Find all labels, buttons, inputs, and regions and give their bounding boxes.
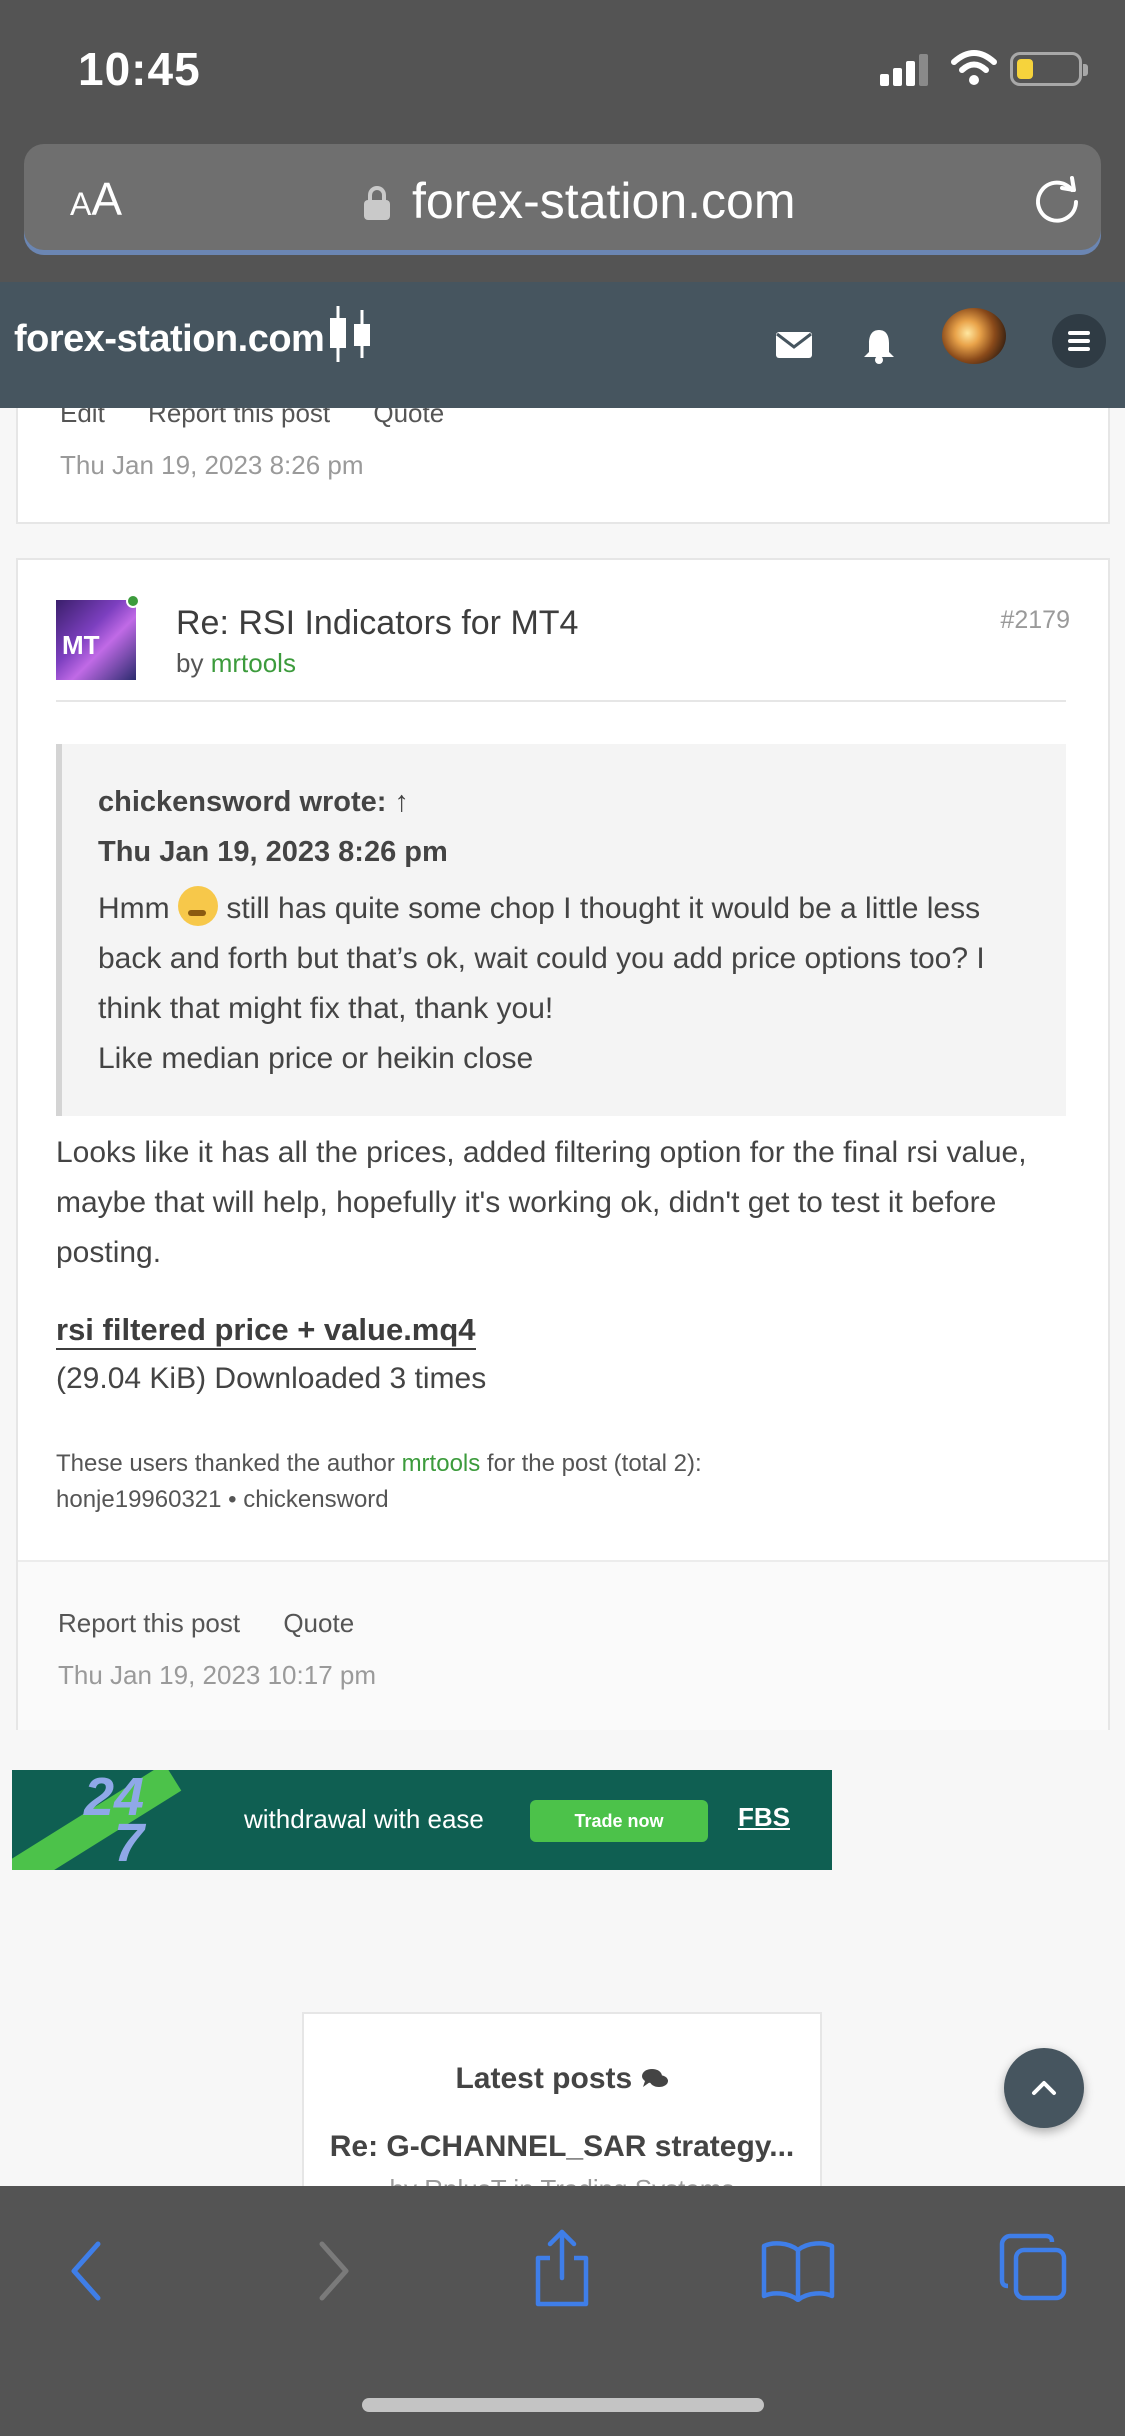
previous-post-card: Edit Report this post Quote Thu Jan 19, … — [16, 408, 1110, 524]
status-time: 10:45 — [78, 43, 201, 95]
ad-brand-logo: FBS — [738, 1802, 790, 1832]
report-post-link[interactable]: Report this post — [148, 408, 330, 428]
quote-author[interactable]: chickensword wrote: ↑ — [98, 786, 409, 819]
cellular-signal-icon — [880, 52, 932, 86]
post-divider — [56, 700, 1066, 702]
lock-icon — [364, 186, 390, 220]
quote-block: chickensword wrote: ↑ Thu Jan 19, 2023 8… — [56, 744, 1066, 1116]
report-post-link[interactable]: Report this post — [58, 1608, 240, 1638]
site-logo[interactable]: forex-station.com — [14, 318, 325, 361]
page-content: Edit Report this post Quote Thu Jan 19, … — [0, 408, 1125, 2186]
attachment-info: (29.04 KiB) Downloaded 3 times — [56, 1362, 487, 1395]
online-status-indicator — [126, 594, 140, 608]
author-avatar-text: MT — [62, 630, 100, 660]
edit-link[interactable]: Edit — [60, 408, 105, 428]
post-actions: Report this post Quote — [58, 1608, 390, 1639]
tabs-icon[interactable] — [998, 2232, 1070, 2304]
comments-icon — [641, 2069, 668, 2087]
author-avatar[interactable]: MT — [56, 600, 136, 680]
mail-icon[interactable] — [776, 332, 812, 358]
ad-tagline: withdrawal with ease — [244, 1804, 484, 1834]
wifi-icon — [951, 50, 997, 85]
latest-post-meta[interactable]: by RplusT in Trading Systems — [304, 2174, 820, 2186]
attachment-link[interactable]: rsi filtered price + value.mq4 — [56, 1312, 476, 1350]
chevron-up-icon — [1032, 2081, 1056, 2095]
author-link[interactable]: mrtools — [211, 648, 296, 678]
reload-icon[interactable] — [1032, 174, 1082, 224]
home-indicator[interactable] — [362, 2398, 764, 2412]
bookmarks-icon[interactable] — [760, 2240, 836, 2302]
post-card: MT Re: RSI Indicators for MT4 #2179 by m… — [16, 558, 1110, 1730]
post-body-text: Looks like it has all the prices, added … — [56, 1136, 1027, 1269]
browser-address-area: AA forex-station.com — [0, 140, 1125, 282]
quote-link[interactable]: Quote — [373, 408, 444, 428]
thanked-users[interactable]: honje19960321 • chickensword — [56, 1486, 389, 1513]
back-icon[interactable] — [62, 2236, 112, 2306]
quote-text: Hmm still has quite some chop I thought … — [98, 884, 1038, 1084]
address-bar[interactable]: AA forex-station.com — [24, 144, 1101, 250]
thinking-face-emoji-icon — [178, 886, 218, 926]
thanks-author-link[interactable]: mrtools — [402, 1450, 481, 1477]
candlestick-logo-icon — [330, 306, 370, 362]
forward-icon[interactable] — [308, 2236, 358, 2306]
url-text[interactable]: forex-station.com — [412, 172, 795, 230]
quote-link[interactable]: Quote — [283, 1608, 354, 1638]
reader-text-size-button[interactable]: AA — [70, 172, 122, 226]
latest-posts-widget: Latest posts Re: G-CHANNEL_SAR strategy.… — [302, 2012, 822, 2186]
bell-icon[interactable] — [862, 328, 896, 364]
latest-post-link[interactable]: Re: G-CHANNEL_SAR strategy... — [304, 2130, 820, 2164]
previous-post-date: Thu Jan 19, 2023 8:26 pm — [60, 450, 364, 480]
post-footer: Report this post Quote Thu Jan 19, 2023 … — [18, 1560, 1108, 1730]
scroll-to-top-button[interactable] — [1004, 2048, 1084, 2128]
previous-post-actions: Edit Report this post Quote — [60, 408, 480, 429]
ad-banner[interactable]: 24 7 withdrawal with ease Trade now FBS — [12, 1770, 832, 1870]
ad-trade-button[interactable]: Trade now — [530, 1800, 708, 1842]
ad-badge: 24 7 — [84, 1770, 145, 1870]
quote-second-line: Like median price or heikin close — [98, 1042, 534, 1075]
user-avatar[interactable] — [942, 308, 1006, 364]
quote-date: Thu Jan 19, 2023 8:26 pm — [98, 836, 448, 868]
status-bar: 10:45 — [0, 0, 1125, 140]
thanks-list: These users thanked the author mrtools f… — [56, 1450, 702, 1513]
post-date: Thu Jan 19, 2023 10:17 pm — [58, 1660, 377, 1690]
battery-icon — [1010, 52, 1088, 86]
by-label: by — [176, 648, 204, 678]
share-icon[interactable] — [530, 2228, 594, 2308]
latest-posts-title: Latest posts — [304, 2062, 820, 2096]
site-header: forex-station.com — [0, 282, 1125, 408]
hamburger-menu-button[interactable] — [1052, 314, 1106, 368]
post-number-link[interactable]: #2179 — [1000, 606, 1070, 635]
post-byline: by mrtools — [176, 648, 296, 679]
post-title[interactable]: Re: RSI Indicators for MT4 — [176, 604, 578, 643]
